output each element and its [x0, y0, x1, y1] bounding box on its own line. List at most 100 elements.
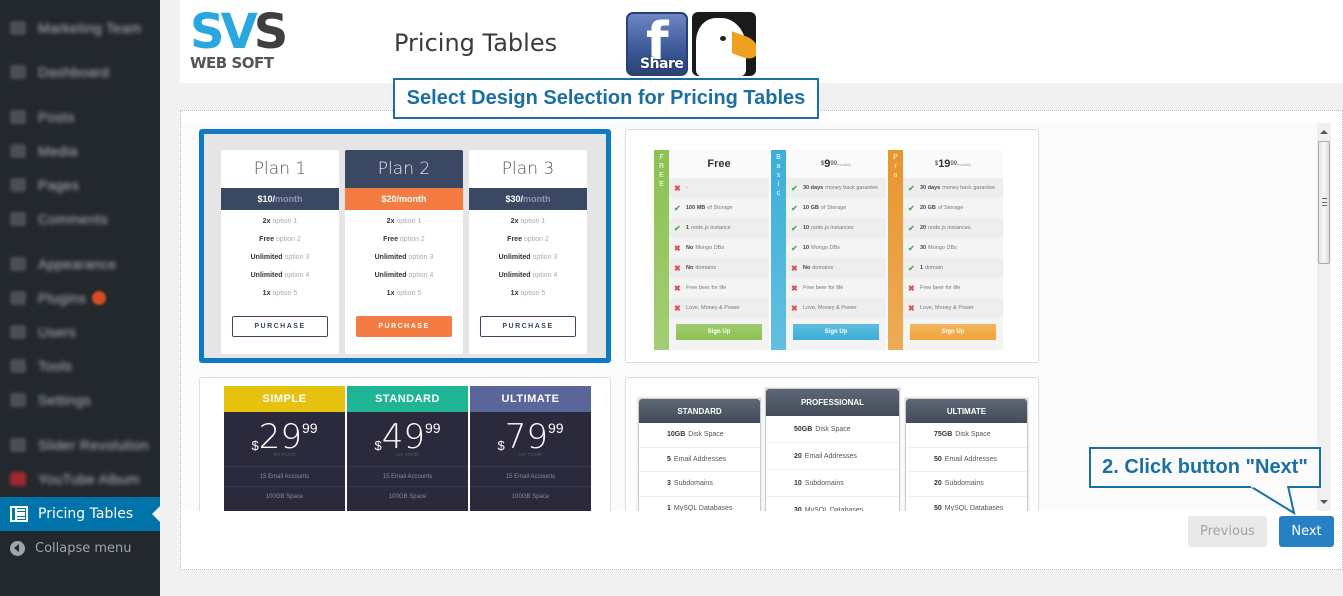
feature-text: Free beer for life: [686, 285, 727, 291]
plan-option: Free option 2: [383, 236, 425, 243]
sidebar-item-comments[interactable]: Comments: [0, 202, 160, 236]
feature-text: node.js instance: [691, 225, 731, 231]
sidebar-item-label: Posts: [38, 109, 75, 125]
collapse-arrow-icon: [10, 540, 25, 556]
pricing-column: Plan 3 $30/month 2x option 1 Free option 2 U…: [469, 150, 587, 354]
option-value: Unlimited: [498, 254, 531, 261]
plugin-header: SVS WEB SOFT Pricing Tables f Share: [180, 0, 1343, 83]
feature-row: 15 Email Accounts: [347, 466, 468, 486]
eagle-mascot-icon[interactable]: [692, 12, 756, 76]
feature-row: ✖ Love, Money & Power: [786, 298, 886, 318]
design-option-2[interactable]: F R E E Free ✖ - ✔ 100 MB of Storage ✔ 1 node.js ins…: [625, 129, 1039, 363]
feature-row: ✖ Free beer for life: [786, 278, 886, 298]
feature-text: Free beer for life: [803, 285, 844, 291]
feature-text: money back garantee: [942, 185, 996, 191]
brush-icon: [10, 257, 26, 271]
feature-text: Disk Space: [688, 431, 724, 439]
purchase-button: PURCHASE: [356, 316, 452, 337]
feature-value: 30: [794, 506, 802, 512]
feature-value: 75GB: [934, 431, 953, 439]
feature-row: 100GB Space: [347, 486, 468, 506]
sidebar-item-marketing-team[interactable]: Marketing Team: [0, 11, 160, 45]
feature-row: 5 Email Addresses: [639, 448, 760, 472]
scroll-down-arrow-icon[interactable]: [1320, 500, 1328, 504]
feature-row: ✔ 10 node.js instances: [786, 218, 886, 238]
sidebar-item-tools[interactable]: Tools: [0, 349, 160, 383]
plan-side-label: Basic: [771, 150, 786, 350]
feature-value: 50GB: [794, 425, 813, 433]
feature-value: 10: [794, 479, 802, 487]
sidebar-item-users[interactable]: Users: [0, 315, 160, 349]
sidebar-item-label: Slider Revolution: [38, 437, 149, 453]
design-option-1[interactable]: Plan 1 $10/month 2x option 1 Free option 2 U…: [199, 129, 611, 363]
feature-text: Mongo DBs: [811, 245, 840, 251]
sidebar-item-posts[interactable]: Posts: [0, 100, 160, 134]
scrollbar-thumb[interactable]: [1318, 141, 1330, 264]
signup-button: Sign Up: [910, 324, 996, 340]
feature-row: ✖ No Mongo DBs: [669, 238, 769, 258]
price-period: month: [399, 194, 427, 204]
design-option-3[interactable]: SIMPLE $29 99 per month 15 Email Accounts 100…: [199, 377, 611, 511]
plan-name: Plan 3: [501, 159, 555, 179]
sidebar-item-dashboard[interactable]: Dashboard: [0, 55, 160, 89]
feature-row: ✖ No domains: [669, 258, 769, 278]
sidebar-item-label: Media: [38, 143, 78, 159]
plan-name: PROFESSIONAL: [766, 389, 899, 416]
facebook-share-button[interactable]: f Share: [626, 12, 688, 76]
feature-value: 10 GB: [803, 205, 819, 211]
check-icon: ✔: [908, 203, 915, 213]
feature-row: ✖ Free beer for life: [669, 278, 769, 298]
feature-value: 10GB: [667, 431, 686, 439]
purchase-button: PURCHASE: [480, 316, 576, 337]
feature-row: ✔ 10 GB of Storage: [786, 198, 886, 218]
sidebar-item-youtube-album[interactable]: YouTube Album: [0, 462, 160, 496]
plan-side-label: Pro: [888, 150, 903, 350]
feature-text: of Storage: [707, 205, 733, 211]
plugin-icon: [10, 291, 26, 305]
plan-option: Unlimited option 4: [250, 272, 310, 279]
plan-options: 2x option 1 Free option 2 Unlimited option…: [345, 210, 463, 308]
feature-text: node.js instances: [811, 225, 854, 231]
feature-row: ✖ Love, Money & Power: [669, 298, 769, 318]
design-option-4[interactable]: STANDARD 10GB Disk Space 5 Email Addresses 3 S…: [625, 377, 1039, 511]
plan-option: Unlimited option 3: [374, 254, 434, 261]
pricing-column: PROFESSIONAL 50GB Disk Space 20 Email Addres…: [765, 388, 900, 511]
currency: $: [497, 438, 505, 453]
next-button[interactable]: Next: [1279, 516, 1334, 547]
sidebar-item-appearance[interactable]: Appearance: [0, 247, 160, 281]
feature-text: Subdomains: [944, 480, 984, 488]
check-icon: ✔: [908, 243, 915, 253]
cross-icon: ✖: [674, 263, 681, 273]
feature-value: 5: [667, 455, 671, 463]
pricing-column: F R E E Free ✖ - ✔ 100 MB of Storage ✔ 1 node.js ins…: [654, 150, 769, 350]
feature-row: 50GB Disk Space: [766, 416, 899, 443]
price-period: per month: [519, 452, 542, 458]
feature-text: domain: [925, 265, 944, 271]
svs-web-soft-logo: SVS WEB SOFT: [190, 8, 290, 80]
feature-row: ✔ 30 days money back garantee: [903, 178, 1003, 198]
feature-value: 10: [803, 225, 810, 231]
plan-body: Free ✖ - ✔ 100 MB of Storage ✔ 1 node.js instanc…: [669, 150, 769, 350]
feature-value: 30: [920, 245, 927, 251]
feature-value: 100 MB: [686, 205, 706, 211]
period: monthly: [957, 161, 972, 167]
sidebar-item-slider-revolution[interactable]: Slider Revolution: [0, 428, 160, 462]
plan-name: Plan 1: [253, 159, 307, 179]
plan-header: $ 9 99 monthly: [786, 150, 886, 178]
sidebar-item-plugins[interactable]: Plugins: [0, 281, 160, 315]
sidebar-item-media[interactable]: Media: [0, 134, 160, 168]
sidebar-item-pricing-tables[interactable]: Pricing Tables: [0, 497, 160, 531]
sidebar-item-label: Marketing Team: [38, 20, 142, 36]
pricing-column: ULTIMATE $79 99 per month 15 Email Accounts 1…: [470, 386, 591, 511]
signup-button: Sign Up: [793, 324, 879, 340]
plan-option: Unlimited option 4: [374, 272, 434, 279]
feature-value: 50: [934, 504, 942, 511]
sidebar-item-settings[interactable]: Settings: [0, 383, 160, 417]
sidebar-item-pages[interactable]: Pages: [0, 168, 160, 202]
scroll-up-arrow-icon[interactable]: [1320, 130, 1328, 134]
plan-options: 2x option 1 Free option 2 Unlimited option…: [469, 210, 587, 308]
feature-row: 10 Subdomains: [766, 470, 899, 497]
previous-button[interactable]: Previous: [1188, 516, 1267, 547]
collapse-menu-button[interactable]: Collapse menu: [0, 531, 160, 565]
feature-value: 30 days: [803, 185, 824, 191]
